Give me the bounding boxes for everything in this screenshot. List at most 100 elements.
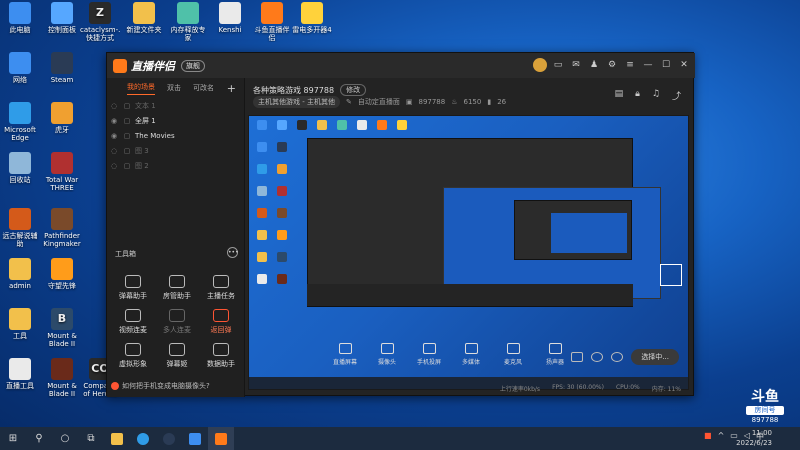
add-scene-button[interactable]: + xyxy=(227,82,236,95)
lock-icon[interactable]: 🔒︎ xyxy=(635,89,640,102)
tool-button[interactable]: 弹幕姬 xyxy=(155,343,199,369)
scene-item[interactable]: ◌ ▢ 文本 1 xyxy=(107,98,244,113)
bell-icon[interactable]: ♫ xyxy=(652,89,660,102)
tab-double-click[interactable]: 双击 xyxy=(167,83,181,93)
close-button[interactable]: ✕ xyxy=(677,58,691,72)
tool-button[interactable]: 主播任务 xyxy=(199,275,243,301)
preview-nested-window-2 xyxy=(443,187,661,299)
taskbar-explorer[interactable] xyxy=(104,427,130,450)
eye-icon[interactable] xyxy=(591,352,604,362)
eye-icon[interactable]: ◌ xyxy=(107,147,121,155)
avatar[interactable] xyxy=(533,58,547,72)
desktop-icon[interactable]: 新建文件夹 xyxy=(124,2,164,42)
tray-app-icon[interactable]: ■ xyxy=(704,431,712,442)
desktop-icon[interactable]: admin xyxy=(0,258,40,298)
desktop-icon[interactable]: Kenshi xyxy=(210,2,250,42)
desktop-icon[interactable]: Mount & Blade II xyxy=(42,358,82,398)
desktop-icon[interactable]: 控制面板 xyxy=(42,2,82,42)
desktop-icon[interactable]: Microsoft Edge xyxy=(0,102,40,142)
taskbar-app[interactable] xyxy=(182,427,208,450)
source-button[interactable]: 手机投屏 xyxy=(413,343,445,366)
layout-icon[interactable]: ▤ xyxy=(615,89,624,102)
tool-button[interactable]: 房管助手 xyxy=(155,275,199,301)
notification-icon[interactable]: ✉ xyxy=(569,58,583,72)
edit-title-button[interactable]: 修改 xyxy=(340,84,367,96)
tool-button[interactable]: 视频连麦 xyxy=(111,309,155,335)
desktop-icon[interactable]: 工具 xyxy=(0,308,40,348)
desktop-icon[interactable]: B Mount & Blade II xyxy=(42,308,82,348)
tab-my-scenes[interactable]: 我的场景 xyxy=(127,82,155,95)
start-button[interactable]: ⊞ xyxy=(0,427,26,450)
minimize-button[interactable]: — xyxy=(641,58,655,72)
desktop-icon[interactable]: Pathfinder Kingmaker xyxy=(42,208,82,248)
source-button[interactable]: 直播屏幕 xyxy=(329,343,361,366)
pencil-icon[interactable]: ✎ xyxy=(346,98,352,106)
tray-chevron-icon[interactable]: ^ xyxy=(718,431,725,442)
scene-item[interactable]: ◌ ▢ 图 2 xyxy=(107,158,244,173)
desktop-icon[interactable]: 斗鱼直播伴侣 xyxy=(252,2,292,42)
start-live-button[interactable]: 选择中... xyxy=(631,349,679,365)
tool-button[interactable]: 数据助手 xyxy=(199,343,243,369)
tool-button[interactable]: 多人连麦 xyxy=(155,309,199,335)
task-view-icon[interactable]: ⧉ xyxy=(78,427,104,450)
desktop-icon[interactable]: 此电脑 xyxy=(0,2,40,42)
desktop-icon[interactable]: 网络 xyxy=(0,52,40,92)
menu-icon[interactable]: ≡ xyxy=(623,58,637,72)
auto-label: 自动定直播面 xyxy=(357,98,400,106)
settings-icon[interactable]: ⚙ xyxy=(605,58,619,72)
share-icon[interactable]: ⤴ xyxy=(672,89,681,102)
tool-button[interactable]: 返回弹 xyxy=(199,309,243,335)
desktop-icon[interactable]: Zcataclysm-... 快捷方式 xyxy=(80,2,120,42)
source-button[interactable]: 多媒体 xyxy=(455,343,487,366)
taskbar-edge[interactable] xyxy=(130,427,156,450)
scene-item[interactable]: ◉ ▢ 全屏 1 xyxy=(107,113,244,128)
lock-icon[interactable]: ▢ xyxy=(121,147,133,155)
eye-icon[interactable]: ◉ xyxy=(107,132,121,140)
edition-badge[interactable]: 旗舰 xyxy=(181,59,205,72)
maximize-button[interactable]: ☐ xyxy=(659,58,673,72)
scene-item[interactable]: ◌ ▢ 图 3 xyxy=(107,143,244,158)
tool-button[interactable]: 虚拟形象 xyxy=(111,343,155,369)
category-selector[interactable]: 主机其他游戏 - 主机其他 xyxy=(253,96,340,108)
desktop-icon-image xyxy=(9,258,31,280)
desktop-icon[interactable]: 内存释放专家 xyxy=(168,2,208,42)
clock[interactable]: 11:00 2022/6/23 xyxy=(736,428,772,448)
tab-rename[interactable]: 可改名 xyxy=(193,83,214,93)
lock-icon[interactable]: ▢ xyxy=(121,117,133,125)
message-icon[interactable]: ▭ xyxy=(551,58,565,72)
desktop-icon-label: cataclysm-... 快捷方式 xyxy=(80,26,120,42)
desktop-icon[interactable]: Total War THREE KIN... xyxy=(42,152,82,192)
source-button[interactable]: 扬声器 xyxy=(539,343,571,366)
lock-icon[interactable]: ▢ xyxy=(121,102,133,110)
tool-icon xyxy=(213,309,229,322)
source-button[interactable]: 摄像头 xyxy=(371,343,403,366)
record-icon[interactable] xyxy=(571,352,584,362)
desktop-icon[interactable]: 回收站 xyxy=(0,152,40,192)
source-button[interactable]: 麦克风 xyxy=(497,343,529,366)
eye-icon[interactable]: ◌ xyxy=(107,102,121,110)
cortana-icon[interactable]: ○ xyxy=(52,427,78,450)
desktop-icon[interactable]: 直播工具 xyxy=(0,358,40,398)
lock-icon[interactable]: ▢ xyxy=(121,132,133,140)
search-icon[interactable]: ⚲ xyxy=(26,427,52,450)
taskbar-douyu[interactable] xyxy=(208,427,234,450)
desktop-icon-image xyxy=(9,308,31,330)
tool-button[interactable]: 弹幕助手 xyxy=(111,275,155,301)
desktop-icon[interactable]: Steam xyxy=(42,52,82,92)
gear-icon[interactable] xyxy=(611,352,624,362)
eye-icon[interactable]: ◌ xyxy=(107,162,121,170)
desktop-icon[interactable]: 虎牙 xyxy=(42,102,82,142)
tool-icon xyxy=(169,343,185,356)
desktop-icon-image xyxy=(51,152,73,174)
desktop-icon-image xyxy=(51,358,73,380)
desktop-icon[interactable]: 守望先锋 xyxy=(42,258,82,298)
tip-link[interactable]: 如何把手机变成电脑摄像头? xyxy=(111,380,241,392)
desktop-icon[interactable]: 远古解说辅助 xyxy=(0,208,40,248)
lock-icon[interactable]: ▢ xyxy=(121,162,133,170)
toolbox-more-icon[interactable]: ••• xyxy=(227,247,239,258)
scene-item[interactable]: ◉ ▢ The Movies xyxy=(107,128,244,143)
desktop-icon[interactable]: 雷电多开器4 xyxy=(292,2,332,42)
shirt-icon[interactable]: ♟ xyxy=(587,58,601,72)
eye-icon[interactable]: ◉ xyxy=(107,117,121,125)
taskbar-steam[interactable] xyxy=(156,427,182,450)
